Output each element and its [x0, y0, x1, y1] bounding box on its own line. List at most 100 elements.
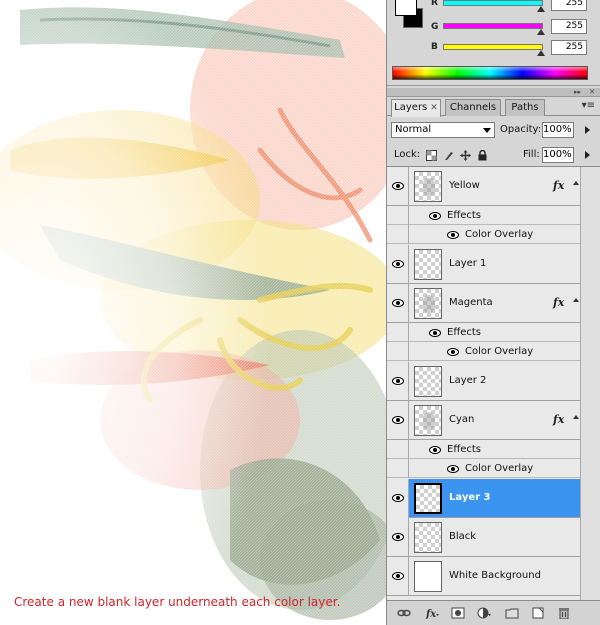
channel-b-label: B	[431, 42, 438, 52]
panel-menu-icon[interactable]: ▾≡	[582, 100, 595, 111]
effects-row[interactable]: Effects	[387, 440, 580, 459]
layer-name[interactable]: Layer 2	[449, 375, 486, 386]
effects-row[interactable]: Effects	[387, 323, 580, 342]
eye-icon	[392, 494, 404, 502]
fx-icon[interactable]: fx	[553, 296, 564, 309]
collapse-effects-icon[interactable]	[573, 415, 579, 419]
panels-dock: R 255 G 255 B 255 ▸▸ ✕ Layers ✕ Channels …	[386, 0, 600, 625]
layers-bottom-toolbar: fx	[387, 600, 600, 625]
svg-text:fx: fx	[425, 609, 437, 619]
layer-name[interactable]: Cyan	[449, 414, 474, 425]
fish-artwork	[0, 0, 386, 625]
overlay-visibility-cell	[387, 342, 409, 361]
channel-b-slider[interactable]	[443, 44, 543, 50]
collapse-icon[interactable]: ▸▸	[574, 89, 581, 96]
fill-input[interactable]: 100%	[542, 147, 574, 163]
lock-all-icon[interactable]	[477, 150, 488, 161]
channel-r-slider[interactable]	[443, 0, 543, 6]
tab-paths[interactable]: Paths	[505, 99, 545, 116]
delete-layer-trash-icon[interactable]	[557, 607, 571, 619]
fill-arrow-icon[interactable]	[585, 151, 590, 159]
layer-list[interactable]: Yellow fx Effects Color Overlay Layer 1 …	[387, 166, 600, 601]
panel-title-strip[interactable]: ▸▸ ✕	[387, 88, 600, 97]
layer-row-layer-1[interactable]: Layer 1	[387, 245, 580, 284]
layer-row-layer-2[interactable]: Layer 2	[387, 362, 580, 401]
fx-icon[interactable]: fx	[553, 413, 564, 426]
eye-icon[interactable]	[429, 446, 441, 454]
channel-b-thumb[interactable]	[537, 50, 545, 56]
color-overlay-row[interactable]: Color Overlay	[387, 225, 580, 244]
collapse-effects-icon[interactable]	[573, 181, 579, 185]
visibility-toggle[interactable]	[387, 518, 409, 557]
eye-icon[interactable]	[447, 348, 459, 356]
adjustment-layer-icon[interactable]	[477, 607, 491, 619]
layer-row-magenta[interactable]: Magenta fx	[387, 284, 580, 323]
layer-row-cyan[interactable]: Cyan fx	[387, 401, 580, 440]
blend-row: Normal Opacity: 100%	[387, 119, 600, 141]
layer-row-black[interactable]: Black	[387, 518, 580, 557]
eye-icon	[392, 260, 404, 268]
tab-layers[interactable]: Layers ✕	[391, 99, 441, 117]
layer-name[interactable]: Magenta	[449, 297, 493, 308]
collapse-effects-icon[interactable]	[573, 298, 579, 302]
layer-row-white-background[interactable]: White Background	[387, 557, 580, 596]
close-panel-icon[interactable]: ✕	[589, 89, 595, 96]
channel-r-value[interactable]: 255	[551, 0, 587, 11]
channel-g-slider[interactable]	[443, 23, 543, 29]
color-overlay-row[interactable]: Color Overlay	[387, 459, 580, 478]
layer-name[interactable]: Yellow	[449, 180, 480, 191]
visibility-toggle[interactable]	[387, 362, 409, 401]
new-group-folder-icon[interactable]	[505, 607, 519, 619]
eye-icon[interactable]	[447, 465, 459, 473]
layer-name[interactable]: Layer 3	[449, 492, 490, 503]
document-canvas[interactable]: Create a new blank layer underneath each…	[0, 0, 386, 625]
eye-icon	[392, 533, 404, 541]
layer-name[interactable]: Black	[449, 531, 476, 542]
layer-thumbnail	[414, 366, 442, 397]
channel-b-value[interactable]: 255	[551, 40, 587, 55]
eye-icon[interactable]	[447, 231, 459, 239]
eye-icon	[392, 572, 404, 580]
eye-icon[interactable]	[429, 212, 441, 220]
color-overlay-label: Color Overlay	[465, 229, 534, 240]
visibility-toggle[interactable]	[387, 284, 409, 323]
layer-thumbnail	[414, 171, 442, 202]
color-spectrum-ramp[interactable]	[392, 66, 588, 80]
color-panel: R 255 G 255 B 255	[387, 0, 600, 86]
layer-name[interactable]: White Background	[449, 570, 541, 581]
visibility-toggle[interactable]	[387, 167, 409, 206]
tab-channels[interactable]: Channels	[445, 99, 501, 116]
fill-label: Fill:	[523, 149, 540, 160]
effects-row[interactable]: Effects	[387, 206, 580, 225]
opacity-arrow-icon[interactable]	[585, 126, 590, 134]
foreground-color-swatch[interactable]	[395, 0, 417, 16]
visibility-toggle[interactable]	[387, 245, 409, 284]
opacity-input[interactable]: 100%	[542, 122, 574, 138]
tab-close-icon[interactable]: ✕	[430, 103, 438, 113]
channel-g-thumb[interactable]	[537, 29, 545, 35]
color-overlay-row[interactable]: Color Overlay	[387, 342, 580, 361]
visibility-toggle[interactable]	[387, 479, 409, 518]
tab-paths-label: Paths	[511, 102, 539, 113]
layer-style-fx-icon[interactable]: fx	[425, 607, 439, 619]
lock-position-move-icon[interactable]	[460, 150, 471, 161]
layer-list-scrollbar[interactable]	[580, 167, 600, 601]
opacity-label: Opacity:	[500, 124, 542, 135]
instruction-caption: Create a new blank layer underneath each…	[14, 595, 341, 609]
new-layer-icon[interactable]	[531, 607, 545, 619]
blend-mode-select[interactable]: Normal	[391, 122, 495, 138]
lock-row: Lock: Fill: 100%	[387, 144, 600, 166]
channel-r-thumb[interactable]	[537, 6, 545, 12]
visibility-toggle[interactable]	[387, 401, 409, 440]
fx-icon[interactable]: fx	[553, 179, 564, 192]
layer-row-yellow[interactable]: Yellow fx	[387, 167, 580, 206]
lock-image-brush-icon[interactable]	[443, 150, 454, 161]
eye-icon[interactable]	[429, 329, 441, 337]
add-mask-icon[interactable]	[451, 607, 465, 619]
visibility-toggle[interactable]	[387, 557, 409, 596]
link-layers-icon[interactable]	[397, 607, 411, 619]
layer-name[interactable]: Layer 1	[449, 258, 486, 269]
channel-g-value[interactable]: 255	[551, 19, 587, 34]
layer-row-layer-3[interactable]: Layer 3	[387, 479, 580, 518]
lock-transparent-icon[interactable]	[426, 150, 437, 161]
